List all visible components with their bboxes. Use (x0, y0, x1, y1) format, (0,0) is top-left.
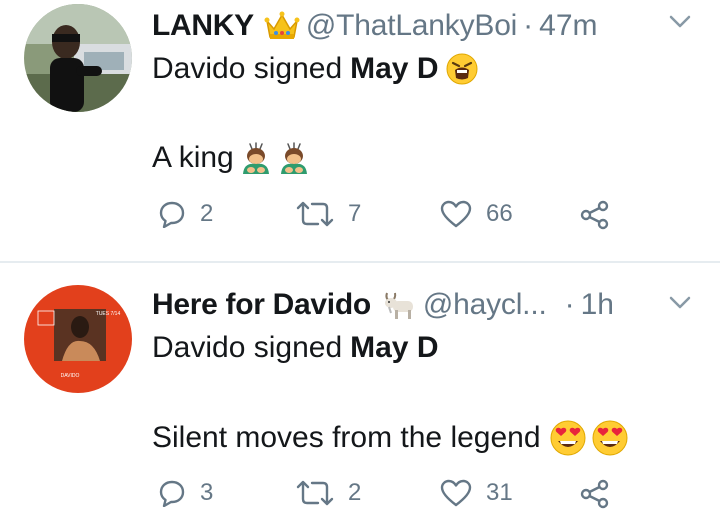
like-button[interactable]: 31 (440, 479, 513, 507)
tweet-actions: 2 7 66 (152, 200, 622, 240)
like-count: 31 (486, 479, 513, 506)
tweet-text-bold: May D (350, 331, 439, 364)
like-button[interactable]: 66 (440, 200, 513, 228)
tweet-text: Davido signed (152, 331, 343, 364)
avatar-album-art: TUES 7/14 DAVIDO (24, 285, 132, 393)
retweet-count: 2 (348, 479, 362, 506)
user-handle[interactable]: @ThatLankyBoi (306, 9, 517, 43)
heart-eyes-icon (549, 419, 629, 457)
tweet-text-line: Silent moves from the legend (152, 419, 629, 457)
retweet-icon (296, 201, 334, 227)
display-name[interactable]: LANKY (152, 9, 254, 43)
tweet-actions: 3 2 31 (152, 479, 622, 519)
tweet-header: LANKY @ThatLankyBoi · 47m (152, 6, 598, 46)
tweet-header: Here for Davido @haycl... · 1h (152, 285, 614, 325)
heart-icon (440, 200, 472, 228)
tweet-text-line: Davido signed May D (152, 52, 478, 86)
tweet-text: Davido signed (152, 52, 343, 85)
crown-icon (264, 11, 300, 41)
chevron-down-icon[interactable] (668, 14, 692, 30)
goat-icon (381, 289, 417, 321)
separator-dot: · (523, 9, 534, 42)
separator-dot: · (564, 288, 575, 321)
reply-button[interactable]: 3 (158, 479, 213, 507)
tweet[interactable]: TUES 7/14 DAVIDO Here for Davido @haycl.… (0, 263, 720, 530)
retweet-icon (296, 480, 334, 506)
reply-count: 3 (200, 479, 214, 506)
tweet[interactable]: LANKY @ThatLankyBoi · 47m Davido signed … (0, 0, 720, 262)
weary-face-icon (446, 53, 478, 85)
share-icon (580, 479, 609, 509)
avatar-photo (24, 4, 132, 112)
retweet-button[interactable]: 2 (296, 479, 361, 507)
chevron-down-icon[interactable] (668, 295, 692, 311)
reply-count: 2 (200, 200, 214, 227)
tweet-text: Silent moves from the legend (152, 421, 541, 454)
avatar-caption: TUES 7/14 (96, 311, 121, 317)
avatar[interactable]: TUES 7/14 DAVIDO (24, 285, 132, 393)
retweet-count: 7 (348, 200, 362, 227)
share-button[interactable] (580, 479, 610, 509)
avatar[interactable] (24, 4, 132, 112)
tweet-text-line: Davido signed May D (152, 331, 438, 365)
display-name[interactable]: Here for Davido (152, 288, 371, 322)
man-bowing-icon (242, 140, 314, 176)
tweet-text: A king (152, 141, 234, 174)
tweet-text-line: A king (152, 140, 314, 176)
heart-icon (440, 479, 472, 507)
reply-button[interactable]: 2 (158, 200, 213, 228)
user-handle[interactable]: @haycl... (423, 288, 547, 322)
retweet-button[interactable]: 7 (296, 200, 361, 228)
avatar-caption: DAVIDO (61, 373, 80, 379)
like-count: 66 (486, 200, 513, 227)
reply-icon (159, 480, 185, 507)
timestamp[interactable]: 1h (581, 288, 614, 322)
timestamp[interactable]: 47m (539, 9, 597, 43)
share-icon (580, 200, 609, 230)
share-button[interactable] (580, 200, 610, 230)
reply-icon (159, 201, 185, 228)
tweet-text-bold: May D (350, 52, 439, 85)
